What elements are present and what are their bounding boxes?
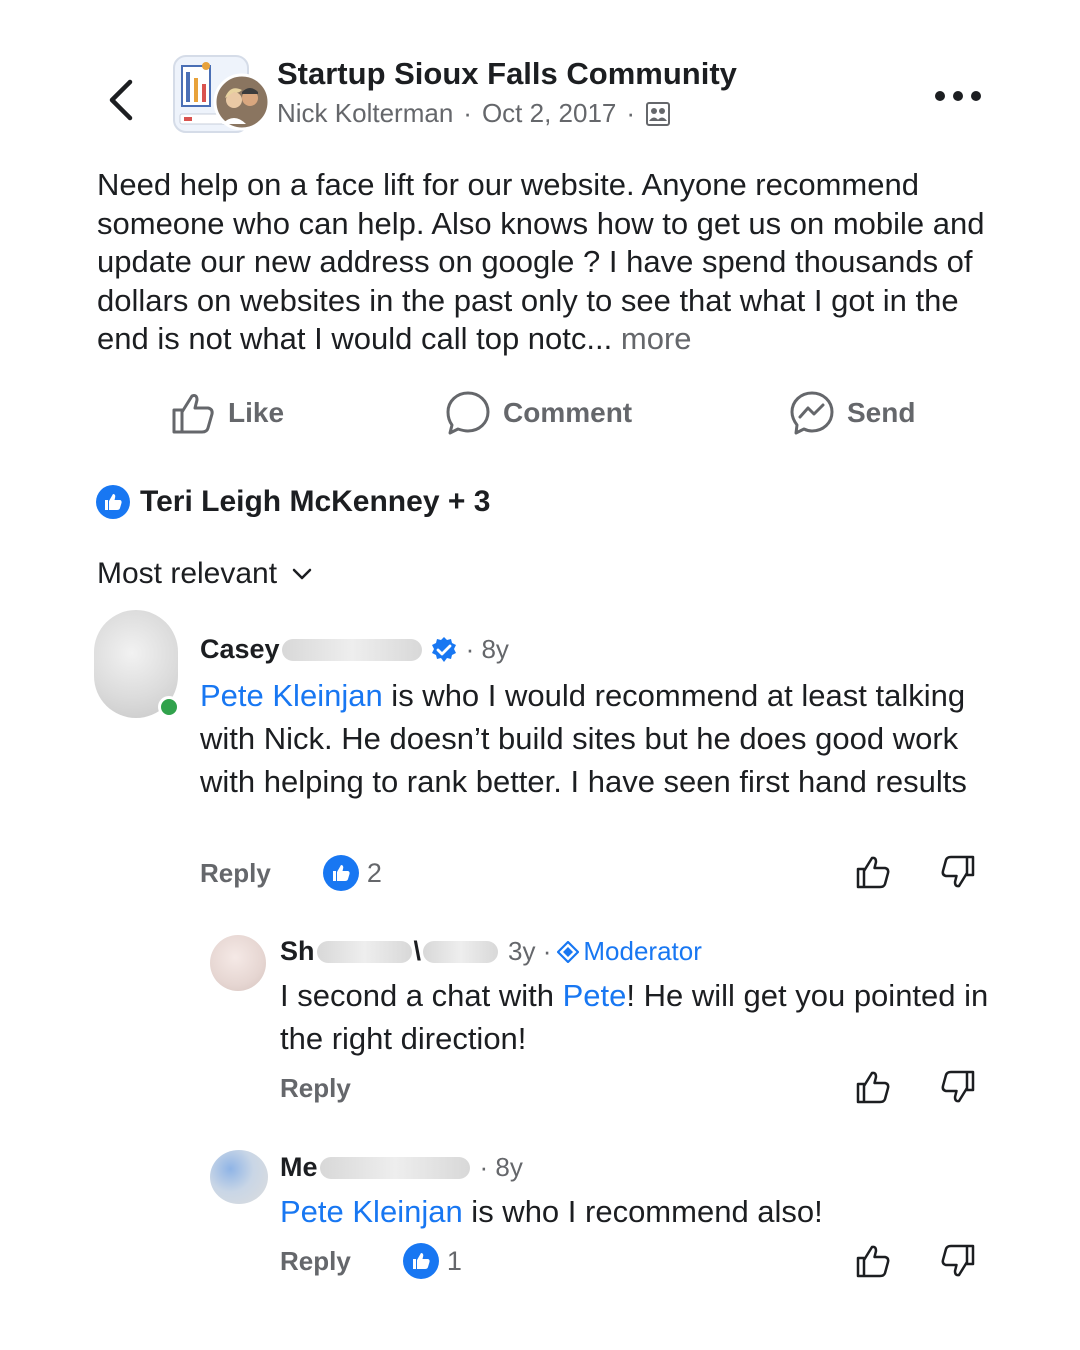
messenger-icon — [790, 391, 834, 435]
thumbs-down-icon[interactable] — [940, 1243, 976, 1279]
thumbs-up-icon[interactable] — [855, 1243, 891, 1279]
post-header: Startup Sioux Falls Community Nick Kolte… — [0, 50, 1080, 140]
thumbs-up-icon[interactable] — [855, 854, 891, 890]
avatar[interactable] — [210, 1150, 268, 1204]
chevron-down-icon — [292, 568, 312, 580]
sort-dropdown[interactable]: Most relevant — [97, 557, 313, 591]
comment-label: Comment — [503, 397, 633, 428]
like-icon — [172, 394, 214, 434]
like-badge-icon — [96, 485, 130, 519]
reply-button[interactable]: Reply — [280, 1246, 351, 1277]
avatar[interactable] — [210, 935, 266, 991]
post-meta: Nick Kolterman · Oct 2, 2017 · — [277, 98, 671, 129]
like-badge-icon — [322, 855, 359, 891]
see-more-link[interactable]: more — [621, 321, 692, 356]
like-badge-icon — [402, 1243, 439, 1279]
comment-text: Pete Kleinjan is who I would recommend a… — [200, 678, 967, 799]
comment-button[interactable]: Comment — [445, 390, 632, 436]
author-name[interactable]: Nick Kolterman — [277, 98, 453, 129]
sort-label: Most relevant — [97, 557, 278, 590]
group-avatar[interactable] — [172, 54, 272, 134]
comment-text: I second a chat with Pete! He will get y… — [280, 978, 989, 1056]
more-icon[interactable] — [935, 86, 981, 106]
comment-time: · 8y — [479, 1152, 523, 1182]
commenter-name[interactable]: Sh \ 3y · Moderator — [280, 936, 702, 967]
reply-button[interactable]: Reply — [200, 858, 271, 889]
mention-link[interactable]: Pete Kleinjan — [200, 678, 383, 713]
thumbs-down-icon[interactable] — [940, 1069, 976, 1105]
like-label: Like — [228, 397, 285, 428]
reply-button[interactable]: Reply — [280, 1073, 351, 1104]
comment-footer: Reply — [280, 1073, 351, 1104]
moderator-badge: Moderator — [557, 936, 702, 967]
commenter-name[interactable]: Casey · 8y — [200, 634, 509, 665]
commenter-name[interactable]: Me · 8y — [280, 1152, 523, 1183]
comment-footer: Reply 1 — [280, 1243, 462, 1279]
reaction-names: Teri Leigh McKenney + 3 — [140, 485, 491, 518]
send-button[interactable]: Send — [789, 390, 915, 436]
post-date[interactable]: Oct 2, 2017 — [482, 98, 616, 129]
like-button[interactable]: Like — [170, 390, 284, 436]
members-icon — [646, 101, 671, 126]
reaction-count[interactable]: 1 — [402, 1243, 462, 1279]
mention-link[interactable]: Pete — [563, 978, 627, 1013]
verified-icon — [431, 636, 456, 662]
online-status-dot — [158, 696, 180, 718]
reaction-count[interactable]: 2 — [322, 855, 382, 891]
thumbs-down-icon[interactable] — [940, 854, 976, 890]
separator: · — [626, 98, 636, 128]
comment-text: Pete Kleinjan is who I recommend also! — [280, 1194, 823, 1229]
comment-footer: Reply 2 — [200, 855, 382, 891]
post-text: Need help on a face lift for our website… — [97, 167, 985, 356]
back-chevron-icon[interactable] — [100, 74, 140, 122]
group-name[interactable]: Startup Sioux Falls Community — [277, 56, 737, 92]
send-label: Send — [847, 397, 916, 428]
separator: · — [463, 98, 472, 128]
comment-icon — [446, 391, 490, 435]
comment-time: · 8y — [465, 634, 509, 664]
reaction-summary[interactable]: Teri Leigh McKenney + 3 — [96, 485, 490, 519]
mention-link[interactable]: Pete Kleinjan — [280, 1194, 463, 1229]
thumbs-up-icon[interactable] — [855, 1069, 891, 1105]
post-body: Need help on a face lift for our website… — [97, 166, 997, 359]
action-bar: Like Comment Send — [0, 390, 1080, 446]
moderator-icon — [557, 940, 580, 963]
comment-time: 3y · — [508, 936, 552, 966]
